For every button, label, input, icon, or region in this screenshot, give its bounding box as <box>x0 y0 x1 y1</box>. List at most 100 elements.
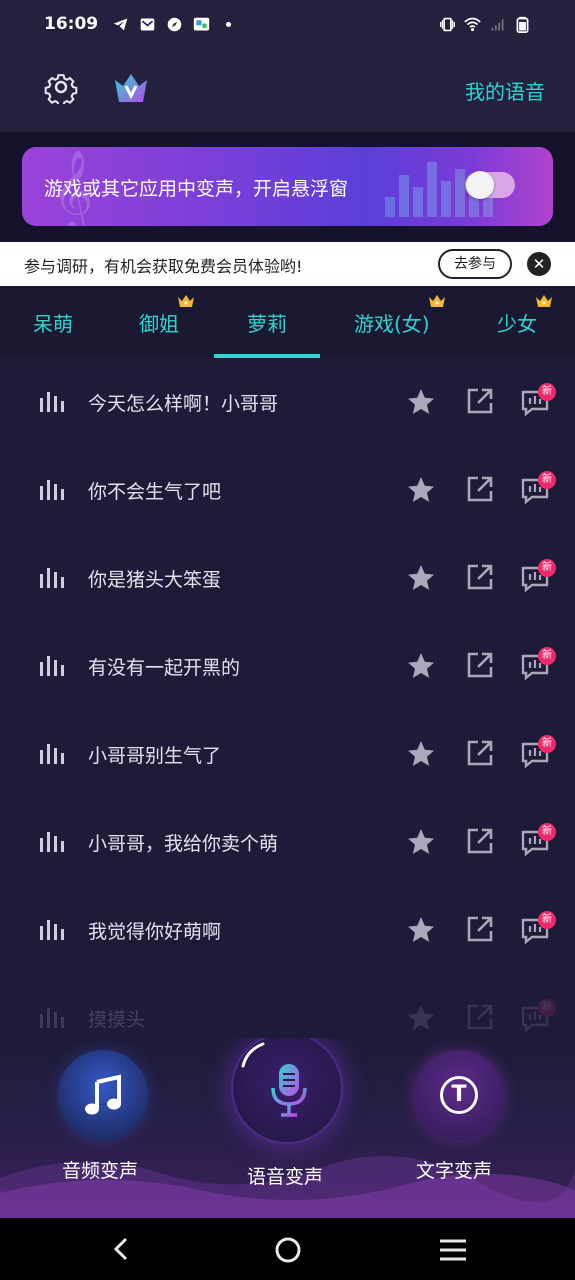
floating-window-banner[interactable]: 𝄞 游戏或其它应用中变声，开启悬浮窗 <box>22 147 553 226</box>
voice-clip-title: 你不会生气了吧 <box>88 481 222 503</box>
voice-list-item[interactable]: 我觉得你好萌啊 新 <box>0 886 575 974</box>
tab-youxi-nv[interactable]: 游戏(女) <box>354 295 445 337</box>
back-icon[interactable] <box>108 1236 134 1262</box>
voice-list-item[interactable]: 摸摸头 新 <box>0 974 575 1038</box>
tab-daimeng[interactable]: 呆萌 <box>33 308 73 337</box>
bottom-action-bar: 音频变声 语音变声 T 文字变声 <box>0 1038 575 1218</box>
vibrate-icon <box>440 17 455 31</box>
voice-clip-title: 小哥哥别生气了 <box>88 745 222 767</box>
vip-crown-icon <box>178 295 194 307</box>
share-icon[interactable] <box>465 914 495 944</box>
floating-window-toggle[interactable] <box>465 171 515 199</box>
mail-icon <box>140 18 155 30</box>
tab-label: 御姐 <box>139 312 179 336</box>
voice-clip-title: 摸摸头 <box>88 1009 146 1031</box>
tab-label: 萝莉 <box>247 312 287 336</box>
new-badge: 新 <box>538 735 556 753</box>
signal-icon <box>491 18 504 30</box>
voice-list-item[interactable]: 有没有一起开黑的 新 <box>0 622 575 710</box>
voice-clip-title: 小哥哥，我给你卖个萌 <box>88 833 279 855</box>
audio-wave-icon[interactable] <box>39 828 65 854</box>
vip-crown-icon <box>428 295 445 307</box>
tab-label: 呆萌 <box>33 312 73 336</box>
text-t-icon: T <box>440 1076 478 1114</box>
app-header: 我的语音 <box>0 48 575 132</box>
new-badge: 新 <box>538 999 556 1017</box>
close-survey-button[interactable]: ✕ <box>527 252 551 276</box>
crown-v-logo-icon[interactable] <box>112 70 150 106</box>
voice-list-item[interactable]: 今天怎么样啊！小哥哥 新 <box>0 358 575 446</box>
audio-wave-icon[interactable] <box>39 740 65 766</box>
dot-icon <box>226 21 232 27</box>
share-icon[interactable] <box>465 562 495 592</box>
audio-wave-icon[interactable] <box>39 388 65 414</box>
text-voice-change-button[interactable]: T <box>414 1050 504 1140</box>
star-icon[interactable] <box>406 475 436 505</box>
audio-voice-change-label: 音频变声 <box>62 1160 139 1182</box>
category-tabs: 呆萌 御姐 萝莉 游戏(女) 少女 <box>0 286 575 358</box>
new-badge: 新 <box>538 647 556 665</box>
my-voice-link[interactable]: 我的语音 <box>465 76 545 105</box>
share-icon[interactable] <box>465 1002 495 1032</box>
audio-wave-icon[interactable] <box>39 652 65 678</box>
wifi-icon <box>464 17 481 31</box>
system-navigation-bar <box>0 1218 575 1280</box>
home-icon[interactable] <box>274 1236 302 1264</box>
voice-clip-title: 我觉得你好萌啊 <box>88 921 222 943</box>
vip-crown-icon <box>536 295 552 307</box>
tab-luoli[interactable]: 萝莉 <box>247 308 287 337</box>
recent-apps-icon[interactable] <box>439 1238 467 1262</box>
tab-label: 游戏(女) <box>354 312 430 336</box>
join-survey-button[interactable]: 去参与 <box>438 249 512 279</box>
new-badge: 新 <box>538 383 556 401</box>
survey-text: 参与调研，有机会获取免费会员体验哟! <box>24 257 303 276</box>
music-note-icon <box>85 1074 121 1115</box>
star-icon[interactable] <box>406 827 436 857</box>
tab-yujie[interactable]: 御姐 <box>139 295 194 337</box>
voice-list-item[interactable]: 你是猪头大笨蛋 新 <box>0 534 575 622</box>
voice-clip-title: 你是猪头大笨蛋 <box>88 569 222 591</box>
star-icon[interactable] <box>406 915 436 945</box>
audio-voice-change-button[interactable] <box>58 1050 148 1140</box>
voice-list-item[interactable]: 小哥哥，我给你卖个萌 新 <box>0 798 575 886</box>
star-icon[interactable] <box>406 1003 436 1033</box>
text-voice-change-label: 文字变声 <box>416 1160 493 1182</box>
star-icon[interactable] <box>406 739 436 769</box>
new-badge: 新 <box>538 471 556 489</box>
share-icon[interactable] <box>465 650 495 680</box>
share-icon[interactable] <box>465 386 495 416</box>
audio-wave-icon[interactable] <box>39 916 65 942</box>
voice-list: 今天怎么样啊！小哥哥 新 你不会生气了吧 新 你是猪头大笨蛋 新 有没有一起开黑… <box>0 358 575 1038</box>
tab-shaonv[interactable]: 少女 <box>497 295 552 337</box>
app-icon <box>193 17 210 30</box>
voice-clip-title: 有没有一起开黑的 <box>88 657 241 679</box>
status-time: 16:09 <box>44 14 99 34</box>
status-bar: 16:09 <box>0 0 575 48</box>
voice-change-label: 语音变声 <box>247 1166 324 1188</box>
battery-icon <box>516 16 529 33</box>
voice-clip-title: 今天怎么样啊！小哥哥 <box>88 393 279 415</box>
star-icon[interactable] <box>406 563 436 593</box>
survey-bar: 参与调研，有机会获取免费会员体验哟! 去参与 ✕ <box>0 242 575 286</box>
new-badge: 新 <box>538 823 556 841</box>
audio-wave-icon[interactable] <box>39 1004 65 1030</box>
compass-icon <box>167 17 182 31</box>
share-icon[interactable] <box>465 826 495 856</box>
star-icon[interactable] <box>406 387 436 417</box>
audio-wave-icon[interactable] <box>39 564 65 590</box>
voice-list-item[interactable]: 小哥哥别生气了 新 <box>0 710 575 798</box>
gear-icon[interactable] <box>44 70 78 104</box>
share-icon[interactable] <box>465 738 495 768</box>
new-badge: 新 <box>538 911 556 929</box>
voice-list-item[interactable]: 你不会生气了吧 新 <box>0 446 575 534</box>
share-icon[interactable] <box>465 474 495 504</box>
audio-wave-icon[interactable] <box>39 476 65 502</box>
microphone-icon <box>271 1064 307 1117</box>
tab-label: 少女 <box>497 312 537 336</box>
banner-area: 𝄞 游戏或其它应用中变声，开启悬浮窗 <box>0 132 575 242</box>
progress-arc-icon <box>241 1042 265 1068</box>
toggle-knob <box>466 171 494 199</box>
telegram-icon <box>113 18 128 30</box>
star-icon[interactable] <box>406 651 436 681</box>
banner-text: 游戏或其它应用中变声，开启悬浮窗 <box>44 178 349 200</box>
